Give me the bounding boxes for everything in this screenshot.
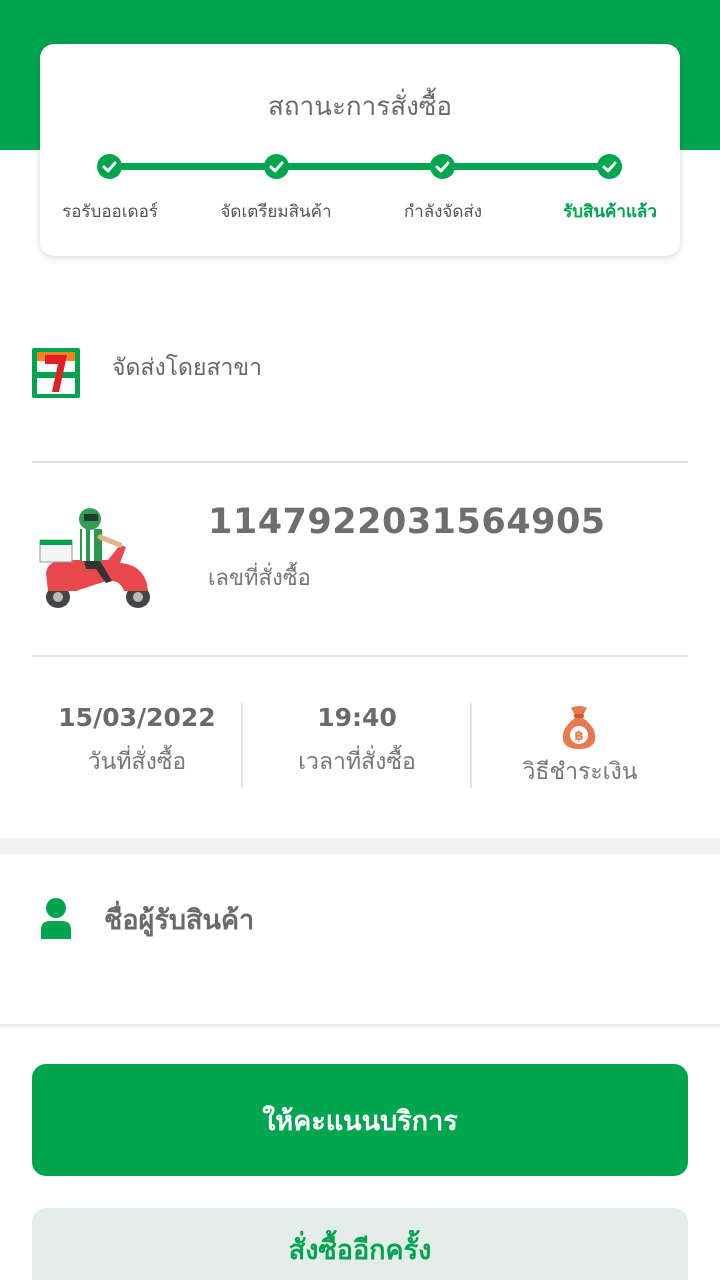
- divider: [32, 461, 688, 463]
- step-4-label: รับสินค้าแล้ว: [563, 202, 657, 222]
- rate-service-button[interactable]: ให้คะแนนบริการ: [32, 1064, 688, 1176]
- order-time: 19:40: [317, 703, 397, 732]
- svg-text:฿: ฿: [574, 729, 583, 744]
- step-1-label: รอรับออเดอร์: [62, 202, 158, 222]
- order-date-label: วันที่สั่งซื้อ: [87, 749, 187, 775]
- reorder-button[interactable]: สั่งซื้ออีกครั้ง: [32, 1208, 688, 1280]
- order-date-column: 15/03/2022 วันที่สั่งซื้อ: [32, 700, 242, 780]
- divider: [32, 655, 688, 657]
- step-2-check-icon: [264, 154, 289, 179]
- order-date: 15/03/2022: [58, 703, 216, 732]
- seven-eleven-logo: [32, 348, 80, 398]
- column-separator: [241, 703, 243, 788]
- step-1-check-icon: [97, 154, 122, 179]
- column-separator: [470, 703, 472, 788]
- bottom-panel-shadow: [0, 1024, 720, 1030]
- money-bag-icon: ฿: [559, 704, 599, 754]
- payment-method-label: วิธีชำระเงิน: [522, 759, 638, 785]
- order-time-column: 19:40 เวลาที่สั่งซื้อ: [252, 700, 462, 780]
- receiver-name-label: ชื่อผู้รับสินค้า: [104, 905, 255, 936]
- status-card-title: สถานะการสั่งซื้อ: [267, 92, 453, 122]
- step-3-check-icon: [430, 154, 455, 179]
- branch-label: จัดส่งโดยสาขา: [112, 355, 263, 381]
- step-3-label: กำลังจัดส่ง: [403, 202, 483, 222]
- order-time-label: เวลาที่สั่งซื้อ: [298, 749, 416, 775]
- order-number-label: เลขที่สั่งซื้อ: [208, 566, 311, 591]
- section-separator: [0, 838, 720, 854]
- order-number: 1147922031564905: [208, 502, 606, 542]
- progress-line: [110, 163, 610, 170]
- person-icon: [40, 897, 72, 943]
- delivery-scooter-icon: [36, 505, 156, 614]
- step-4-check-icon: [597, 154, 622, 179]
- order-status-screen: สถานะการสั่งซื้อ รอรับออเดอร์ จัดเตรียมส…: [0, 0, 720, 1280]
- step-2-label: จัดเตรียมสินค้า: [220, 202, 332, 222]
